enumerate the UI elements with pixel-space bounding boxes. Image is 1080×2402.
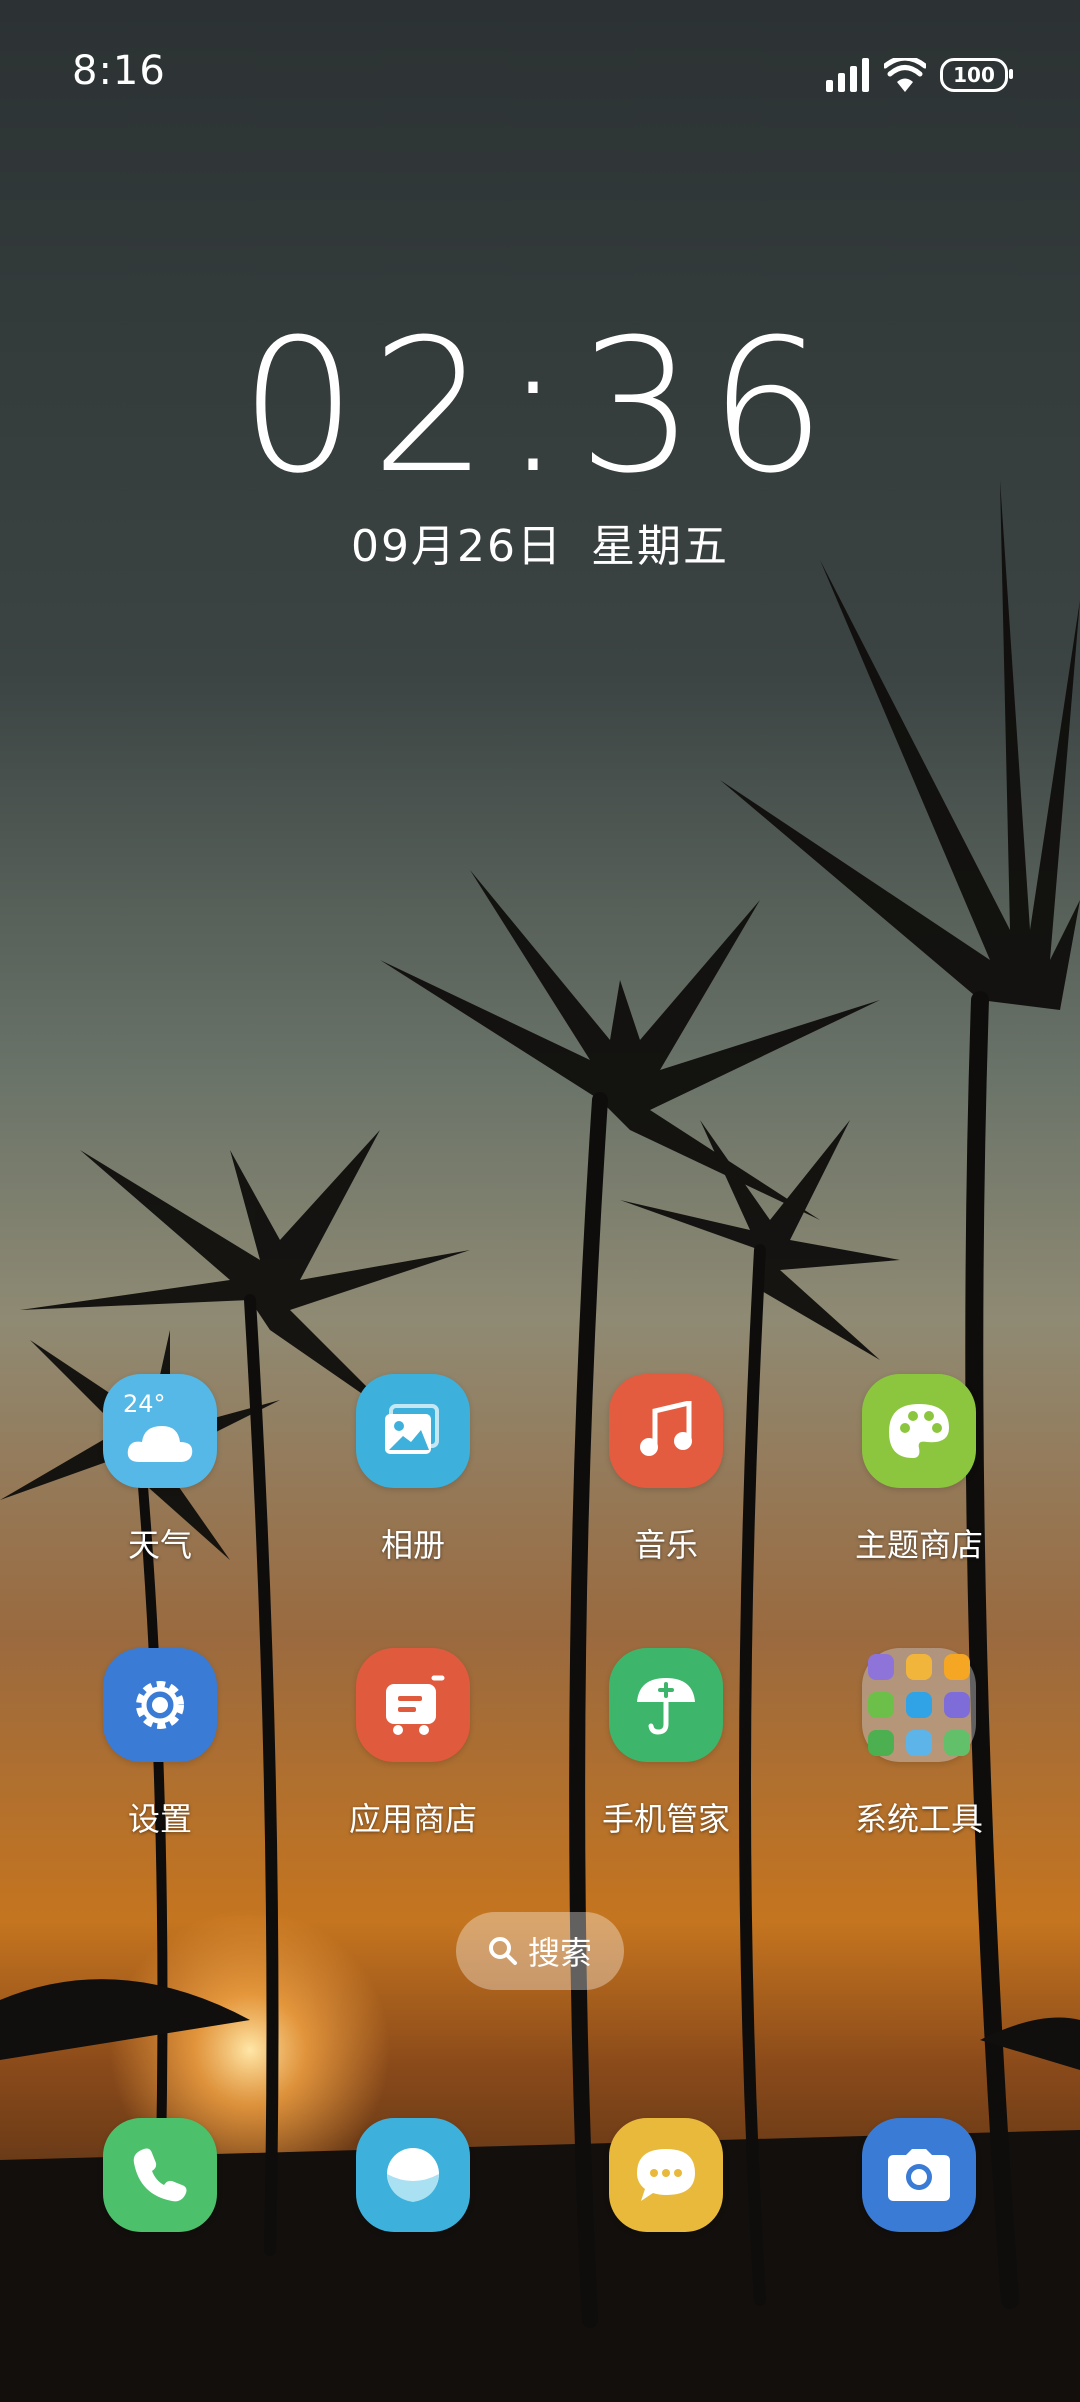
clock-weekday: 星期五 — [590, 521, 729, 572]
app-label: 主题商店 — [854, 1526, 983, 1564]
mini-recorder-icon — [868, 1692, 894, 1718]
app-label: 手机管家 — [601, 1800, 730, 1838]
gallery-icon — [356, 1374, 470, 1488]
folder-icon — [862, 1648, 976, 1762]
search-label: 搜索 — [527, 1934, 592, 1972]
app-label: 系统工具 — [854, 1800, 983, 1838]
messages-icon — [609, 2118, 723, 2232]
app-label: 设置 — [127, 1800, 192, 1838]
app-label: 应用商店 — [348, 1800, 477, 1838]
app-label: 音乐 — [633, 1526, 698, 1564]
folder-grid — [868, 1654, 970, 1756]
app-label: 天气 — [127, 1526, 192, 1564]
battery-icon: 100 — [940, 58, 1013, 92]
mini-files-icon — [944, 1692, 970, 1718]
app-weather[interactable]: 24° 天气 — [60, 1374, 260, 1566]
dock-phone[interactable] — [60, 2118, 260, 2232]
app-gallery[interactable]: 相册 — [313, 1374, 513, 1566]
battery-level: 100 — [953, 63, 995, 87]
status-time: 8:16 — [72, 48, 166, 94]
browser-icon — [356, 2118, 470, 2232]
app-phone-manager[interactable]: 手机管家 — [566, 1648, 766, 1840]
app-app-store[interactable]: 应用商店 — [313, 1648, 513, 1840]
dock-camera[interactable] — [819, 2118, 1019, 2232]
search-icon — [488, 1937, 517, 1965]
dock-browser[interactable] — [313, 2118, 513, 2232]
wifi-icon — [884, 58, 926, 92]
mini-phone-icon — [868, 1730, 894, 1756]
mini-mic-icon — [868, 1654, 894, 1680]
folder-system-tools[interactable]: 系统工具 — [819, 1648, 1019, 1840]
music-icon — [609, 1374, 723, 1488]
mini-calendar-icon — [906, 1654, 932, 1680]
phone-manager-icon — [609, 1648, 723, 1762]
status-icons: 100 — [826, 52, 1013, 98]
clock-date-row[interactable]: 09月26日 星期五 — [0, 510, 1080, 574]
app-store-icon — [356, 1648, 470, 1762]
clock-date: 09月26日 — [351, 521, 563, 572]
mini-notes-icon — [944, 1654, 970, 1680]
dock-messages[interactable] — [566, 2118, 766, 2232]
status-bar: 8:16 100 — [0, 0, 1080, 150]
signal-icon — [826, 58, 869, 92]
app-settings[interactable]: 设置 — [60, 1648, 260, 1840]
mini-browser-icon — [906, 1730, 932, 1756]
weather-temp: 24° — [123, 1390, 166, 1418]
weather-icon: 24° — [103, 1374, 217, 1488]
theme-store-icon — [862, 1374, 976, 1488]
mini-camera-icon — [944, 1730, 970, 1756]
clock-time[interactable]: 02:36 — [0, 300, 1080, 514]
app-music[interactable]: 音乐 — [566, 1374, 766, 1566]
phone-icon — [103, 2118, 217, 2232]
app-theme-store[interactable]: 主题商店 — [819, 1374, 1019, 1566]
camera-icon — [862, 2118, 976, 2232]
settings-icon — [103, 1648, 217, 1762]
search-button[interactable]: 搜索 — [456, 1912, 624, 1990]
app-label: 相册 — [380, 1526, 445, 1564]
mini-calc-icon — [906, 1692, 932, 1718]
